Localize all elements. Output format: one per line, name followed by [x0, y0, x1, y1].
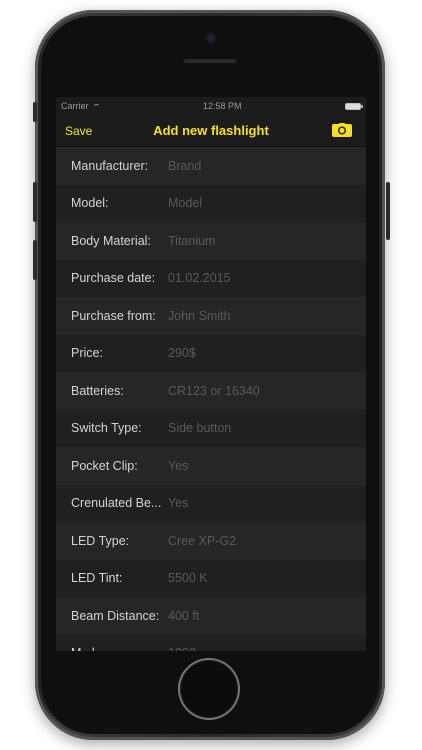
field-input[interactable]: 5500 K [168, 571, 208, 585]
form-row[interactable]: Beam Distance: 400 ft [56, 597, 366, 635]
field-label: Batteries: [71, 383, 124, 398]
field-input[interactable]: Model [168, 196, 202, 210]
earpiece-speaker [183, 58, 237, 64]
volume-up-button [33, 182, 37, 222]
battery-icon [344, 102, 363, 110]
form-row[interactable]: Model: Model [56, 184, 366, 222]
field-label: LED Tint: [71, 571, 123, 586]
field-label: Body Material: [71, 233, 151, 248]
field-list: Manufacturer: Brand Model: Model Body Materi… [56, 147, 366, 651]
field-input[interactable]: Cree XP-G2 [168, 534, 236, 548]
form-row[interactable]: Purchase from: John Smith [56, 297, 366, 335]
field-label: Price: [71, 346, 103, 361]
field-label: Pocket Clip: [71, 458, 138, 473]
volume-down-button [33, 240, 37, 280]
field-label: Beam Distance: [71, 608, 160, 623]
form-row[interactable]: Manufacturer: Brand [56, 147, 366, 185]
form-row[interactable]: Body Material: Titanium [56, 222, 366, 260]
field-input[interactable]: 01.02.2015 [168, 271, 231, 285]
navigation-bar: Save Add new flashlight [56, 115, 366, 147]
field-label: LED Type: [71, 533, 130, 548]
form-row[interactable]: Pocket Clip: Yes [56, 447, 366, 485]
field-input[interactable]: John Smith [168, 309, 231, 323]
field-input[interactable]: Side button [168, 421, 231, 435]
page-title: Add new flashlight [153, 123, 269, 138]
status-left: Carrier [61, 101, 100, 111]
home-button[interactable] [180, 660, 238, 718]
field-label: Purchase date: [71, 271, 156, 286]
front-camera [207, 34, 215, 42]
wifi-icon [92, 103, 100, 109]
form-row[interactable]: LED Type: Cree XP-G2 [56, 522, 366, 560]
field-label: Switch Type: [71, 421, 142, 436]
field-input[interactable]: Titanium [168, 234, 215, 248]
field-label: M...l... [71, 646, 168, 651]
form-row[interactable]: M...l...1000 [56, 634, 366, 651]
form-row[interactable]: Purchase date: 01.02.2015 [56, 259, 366, 297]
form-row[interactable]: Batteries: CR123 or 16340 [56, 372, 366, 410]
screen: Carrier 12:58 PM Save Add new flashlight… [56, 97, 366, 651]
field-label: Manufacturer: [71, 158, 149, 173]
status-time: 12:58 PM [202, 101, 242, 111]
save-button[interactable]: Save [65, 124, 92, 138]
field-label: Purchase from: [71, 308, 156, 323]
field-input[interactable]: Brand [168, 159, 201, 173]
form-row[interactable]: Price: 290$ [56, 334, 366, 372]
field-input[interactable]: CR123 or 16340 [168, 384, 260, 398]
form-row[interactable]: LED Tint: 5500 K [56, 559, 366, 597]
form-row[interactable]: Crenulated Be... Yes [56, 484, 366, 522]
field-label: Crenulated Be... [71, 496, 162, 511]
field-input[interactable]: Yes [168, 496, 188, 510]
form-row[interactable]: Switch Type: Side button [56, 409, 366, 447]
silent-switch [33, 102, 37, 122]
field-input[interactable]: 1000 [168, 646, 196, 651]
field-input[interactable]: 400 ft [168, 609, 199, 623]
camera-icon[interactable] [332, 123, 352, 137]
field-input[interactable]: Yes [168, 459, 188, 473]
field-input[interactable]: 290$ [168, 346, 196, 360]
status-bar: Carrier 12:58 PM [56, 97, 366, 115]
field-label: Model: [71, 196, 109, 211]
power-button [386, 182, 390, 240]
carrier-label: Carrier [61, 101, 89, 111]
